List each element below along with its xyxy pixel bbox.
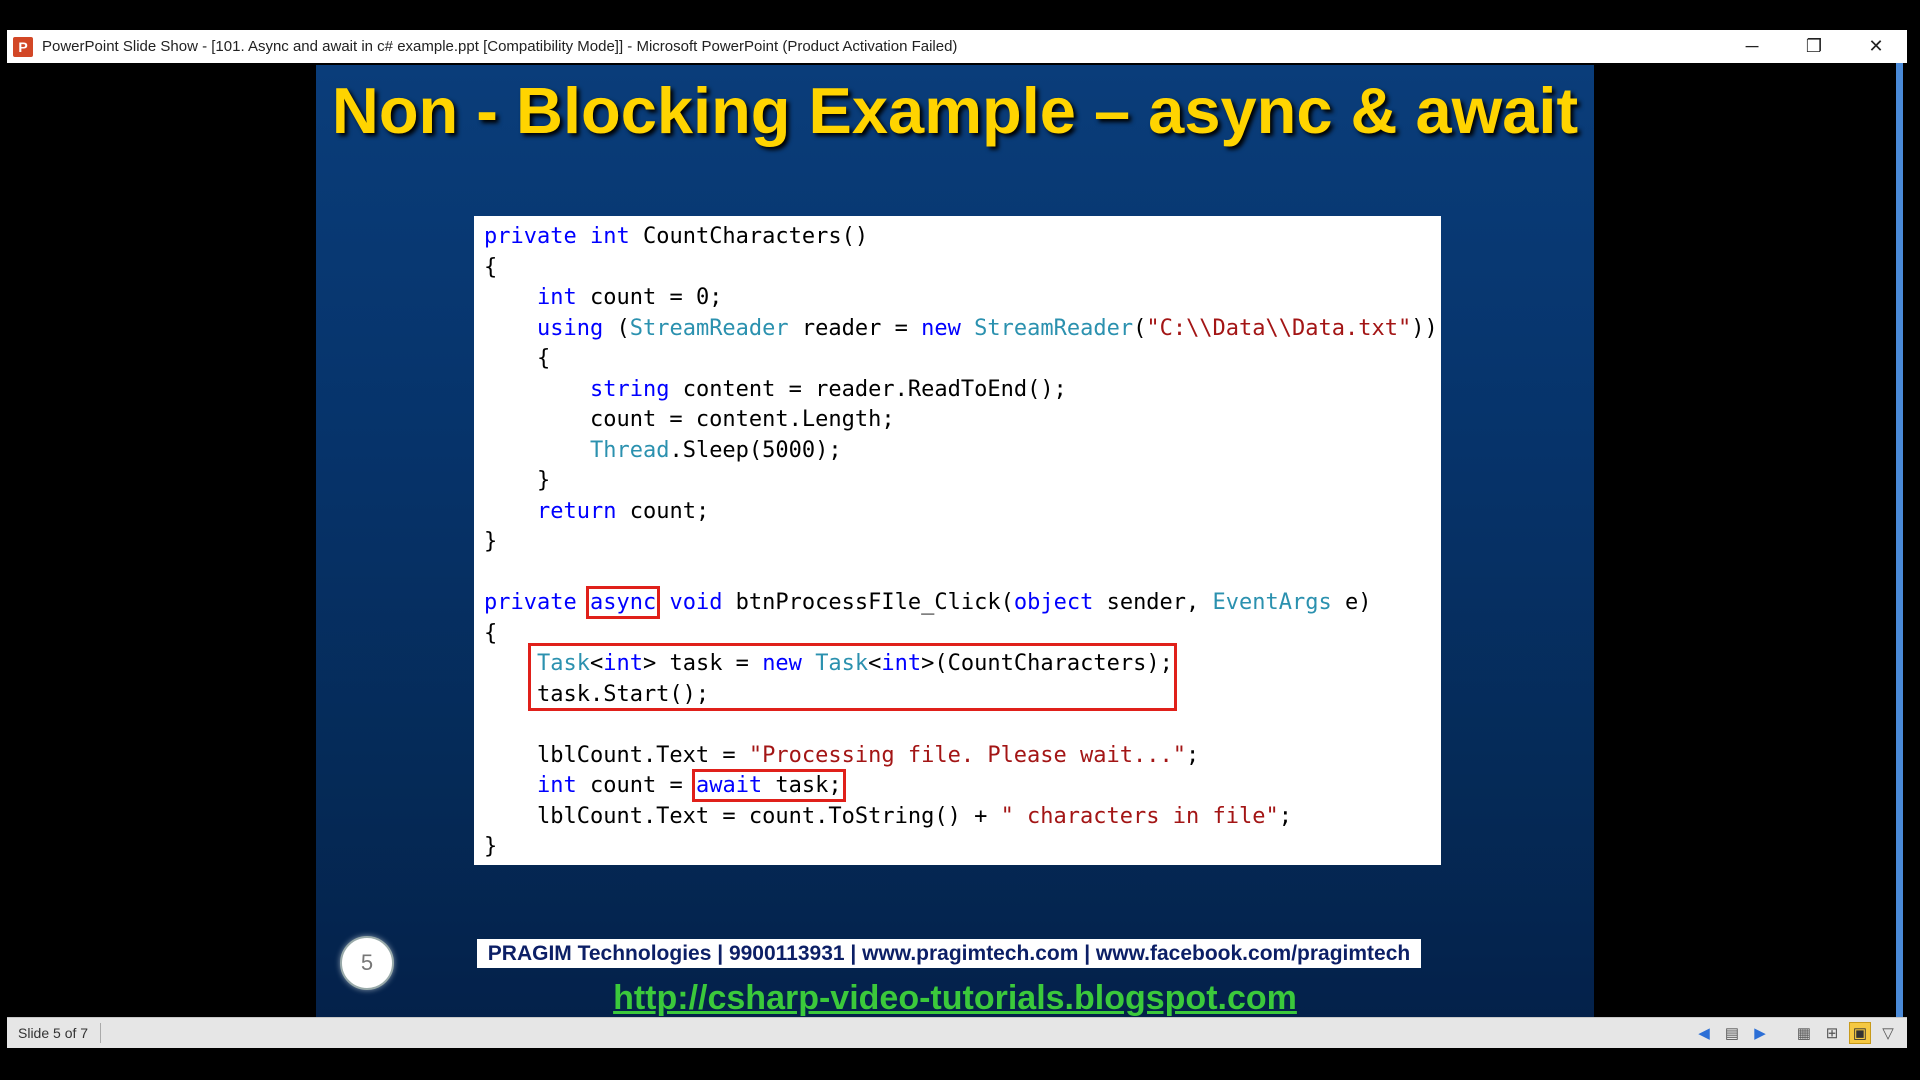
slide-show-area: Non - Blocking Example – async & await p… <box>7 63 1907 1047</box>
status-divider <box>100 1023 102 1043</box>
vertical-scrollbar[interactable] <box>1896 63 1903 1023</box>
await-highlight: await task; <box>691 769 846 802</box>
slide-sorter-icon[interactable]: ⊞ <box>1821 1022 1843 1044</box>
blog-link[interactable]: http://csharp-video-tutorials.blogspot.c… <box>316 979 1594 1018</box>
window-controls: ─ ❐ ✕ <box>1721 30 1907 63</box>
slide-show-icon[interactable]: ▽ <box>1877 1022 1899 1044</box>
task-highlight-box <box>528 643 1177 711</box>
slide[interactable]: Non - Blocking Example – async & await p… <box>316 65 1594 1020</box>
slide-title: Non - Blocking Example – async & await <box>331 74 1579 147</box>
slide-indicator: Slide 5 of 7 <box>18 1025 89 1041</box>
async-highlight: async <box>585 586 661 619</box>
window-title: PowerPoint Slide Show - [101. Async and … <box>42 38 958 55</box>
status-bar: Slide 5 of 7 ◀ ▤ ▶ ▦ ⊞ ▣ ▽ <box>7 1017 1907 1048</box>
menu-icon[interactable]: ▤ <box>1721 1022 1743 1044</box>
restore-button[interactable]: ❐ <box>1783 30 1845 63</box>
code-block: private int CountCharacters() { int coun… <box>484 224 1438 859</box>
status-controls: ◀ ▤ ▶ ▦ ⊞ ▣ ▽ <box>1693 1018 1899 1048</box>
close-button[interactable]: ✕ <box>1845 30 1907 63</box>
minimize-button[interactable]: ─ <box>1721 30 1783 63</box>
code-box: private int CountCharacters() { int coun… <box>474 216 1441 865</box>
reading-view-icon[interactable]: ▣ <box>1849 1022 1871 1044</box>
footer-banner: PRAGIM Technologies | 9900113931 | www.p… <box>477 939 1421 968</box>
title-bar: P PowerPoint Slide Show - [101. Async an… <box>7 30 1907 63</box>
powerpoint-window: P PowerPoint Slide Show - [101. Async an… <box>7 30 1907 1048</box>
previous-arrow-icon[interactable]: ◀ <box>1693 1022 1715 1044</box>
normal-view-icon[interactable]: ▦ <box>1793 1022 1815 1044</box>
next-arrow-icon[interactable]: ▶ <box>1749 1022 1771 1044</box>
powerpoint-app-icon[interactable]: P <box>13 36 33 57</box>
